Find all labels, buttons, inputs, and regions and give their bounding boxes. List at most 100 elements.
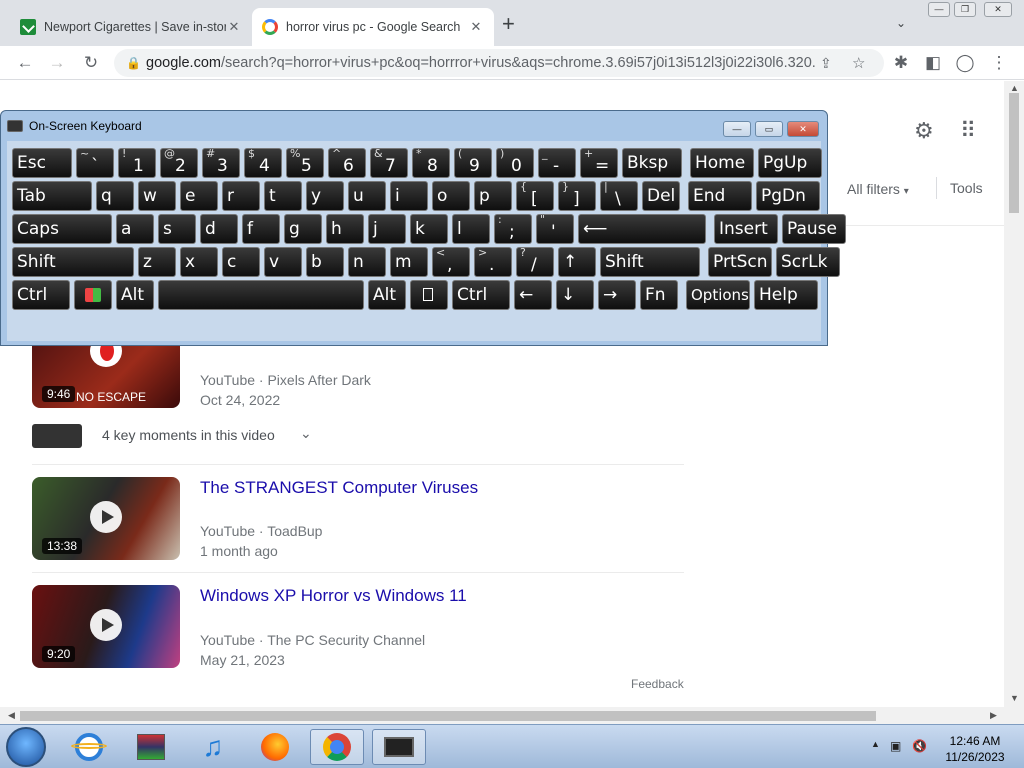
system-clock[interactable]: 12:46 AM 11/26/2023 bbox=[940, 733, 1010, 765]
key-rctrl[interactable]: Ctrl bbox=[452, 280, 510, 310]
key-rshift[interactable]: Shift bbox=[600, 247, 700, 277]
settings-gear-icon[interactable]: ⚙ bbox=[914, 118, 934, 144]
key-equals[interactable]: + = bbox=[580, 147, 618, 178]
forward-arrow-icon[interactable]: → bbox=[44, 50, 70, 76]
key-5[interactable]: % 5 bbox=[286, 147, 324, 178]
internet-explorer-icon[interactable] bbox=[62, 729, 116, 765]
tab-newport[interactable]: Newport Cigarettes | Save in-store ✕ bbox=[10, 8, 252, 46]
key-menu[interactable] bbox=[410, 280, 448, 310]
video-thumbnail[interactable]: 9:20 bbox=[32, 585, 180, 668]
key-end[interactable]: End bbox=[688, 181, 752, 211]
profile-avatar-icon[interactable]: ◯ bbox=[952, 50, 978, 76]
key-moments-thumbnail[interactable] bbox=[32, 424, 82, 448]
scroll-left-icon[interactable]: ◀ bbox=[8, 710, 15, 721]
key-b[interactable]: b bbox=[306, 247, 344, 277]
osk-title-bar[interactable]: On-Screen Keyboard bbox=[7, 115, 142, 137]
vertical-scrollbar[interactable]: ▲ ▼ bbox=[1004, 81, 1024, 707]
extensions-icon[interactable]: ✱ bbox=[888, 50, 914, 76]
key-pause[interactable]: Pause bbox=[782, 214, 846, 244]
key-2[interactable]: @2 bbox=[160, 147, 198, 178]
minimize-button[interactable]: — bbox=[928, 2, 950, 17]
archive-manager-icon[interactable] bbox=[124, 729, 178, 765]
key-0[interactable]: ) 0 bbox=[496, 147, 534, 178]
key-8[interactable]: * 8 bbox=[412, 147, 450, 178]
key-lctrl[interactable]: Ctrl bbox=[12, 280, 70, 310]
video-title-link[interactable]: Windows XP Horror vs Windows 11 bbox=[200, 586, 467, 606]
key-prtscn[interactable]: PrtScn bbox=[708, 247, 772, 277]
url-text[interactable]: google.com/search?q=horror+virus+pc&oq=h… bbox=[146, 55, 816, 71]
key-right[interactable]: → bbox=[598, 280, 636, 310]
close-icon[interactable]: ✕ bbox=[226, 19, 242, 35]
key-e[interactable]: e bbox=[180, 181, 218, 211]
key-4[interactable]: $4 bbox=[244, 147, 282, 178]
key-scrlk[interactable]: ScrLk bbox=[776, 247, 840, 277]
key-ralt[interactable]: Alt bbox=[368, 280, 406, 310]
key-win[interactable] bbox=[74, 280, 112, 310]
new-tab-button[interactable]: + bbox=[502, 13, 515, 35]
key-home[interactable]: Home bbox=[690, 148, 754, 178]
key-i[interactable]: i bbox=[390, 181, 428, 211]
google-apps-icon[interactable]: ⠿ bbox=[960, 118, 976, 144]
key-r[interactable]: r bbox=[222, 181, 260, 211]
video-title-link[interactable]: The STRANGEST Computer Viruses bbox=[200, 478, 478, 498]
key-lshift[interactable]: Shift bbox=[12, 247, 134, 277]
key-y[interactable]: y bbox=[306, 181, 344, 211]
on-screen-keyboard-taskbar-icon[interactable] bbox=[372, 729, 426, 765]
scroll-up-icon[interactable]: ▲ bbox=[1010, 83, 1019, 93]
key-f[interactable]: f bbox=[242, 214, 280, 244]
key-rbracket[interactable]: }] bbox=[558, 180, 596, 211]
key-tilde[interactable]: ~ ` bbox=[76, 147, 114, 178]
key-x[interactable]: x bbox=[180, 247, 218, 277]
key-moments-label[interactable]: 4 key moments in this video bbox=[102, 427, 275, 443]
bookmark-star-icon[interactable]: ☆ bbox=[852, 54, 865, 72]
key-s[interactable]: s bbox=[158, 214, 196, 244]
key-6[interactable]: ^ 6 bbox=[328, 147, 366, 178]
music-player-icon[interactable]: ♫ bbox=[186, 729, 240, 765]
all-filters-button[interactable]: All filters ▾ bbox=[847, 181, 909, 197]
share-icon[interactable]: ⇪ bbox=[820, 55, 832, 72]
video-thumbnail[interactable]: 13:38 bbox=[32, 477, 180, 560]
key-tab[interactable]: Tab bbox=[12, 181, 92, 211]
start-button[interactable] bbox=[6, 727, 46, 767]
firefox-icon[interactable] bbox=[248, 729, 302, 765]
key-quote[interactable]: " ' bbox=[536, 213, 574, 244]
chrome-menu-icon[interactable]: ⋮ bbox=[986, 50, 1012, 76]
key-v[interactable]: v bbox=[264, 247, 302, 277]
key-a[interactable]: a bbox=[116, 214, 154, 244]
key-left[interactable]: ← bbox=[514, 280, 552, 310]
key-minus[interactable]: _ - bbox=[538, 147, 576, 178]
key-d[interactable]: d bbox=[200, 214, 238, 244]
key-space[interactable] bbox=[158, 280, 364, 310]
osk-maximize-button[interactable]: ▭ bbox=[755, 121, 783, 137]
key-lbracket[interactable]: {[ bbox=[516, 180, 554, 211]
key-m[interactable]: m bbox=[390, 247, 428, 277]
chevron-down-icon[interactable]: ⌄ bbox=[300, 425, 312, 442]
tray-chevron-icon[interactable]: ▲ bbox=[871, 739, 880, 749]
restore-button[interactable]: ❐ bbox=[954, 2, 976, 17]
key-options[interactable]: Options bbox=[686, 280, 750, 310]
key-p[interactable]: p bbox=[474, 181, 512, 211]
scrollbar-thumb[interactable] bbox=[1009, 93, 1019, 213]
scroll-right-icon[interactable]: ▶ bbox=[990, 710, 997, 721]
key-slash[interactable]: ? / bbox=[516, 246, 554, 277]
tab-google-search[interactable]: horror virus pc - Google Search ✕ bbox=[252, 8, 494, 46]
key-3[interactable]: #3 bbox=[202, 147, 240, 178]
key-up[interactable]: ↑ bbox=[558, 247, 596, 277]
key-del[interactable]: Del bbox=[642, 181, 680, 211]
scroll-down-icon[interactable]: ▼ bbox=[1010, 693, 1019, 703]
key-w[interactable]: w bbox=[138, 181, 176, 211]
tab-search-chevron-icon[interactable]: ⌄ bbox=[896, 16, 906, 30]
key-1[interactable]: ! 1 bbox=[118, 147, 156, 178]
key-z[interactable]: z bbox=[138, 247, 176, 277]
osk-close-button[interactable]: ✕ bbox=[787, 121, 819, 137]
key-l[interactable]: l bbox=[452, 214, 490, 244]
key-help[interactable]: Help bbox=[754, 280, 818, 310]
key-k[interactable]: k bbox=[410, 214, 448, 244]
key-down[interactable]: ↓ bbox=[556, 280, 594, 310]
scrollbar-thumb[interactable] bbox=[20, 711, 876, 721]
key-t[interactable]: t bbox=[264, 181, 302, 211]
key-q[interactable]: q bbox=[96, 181, 134, 211]
key-period[interactable]: >. bbox=[474, 246, 512, 277]
volume-muted-icon[interactable]: 🔇 bbox=[912, 739, 927, 753]
key-lalt[interactable]: Alt bbox=[116, 280, 154, 310]
